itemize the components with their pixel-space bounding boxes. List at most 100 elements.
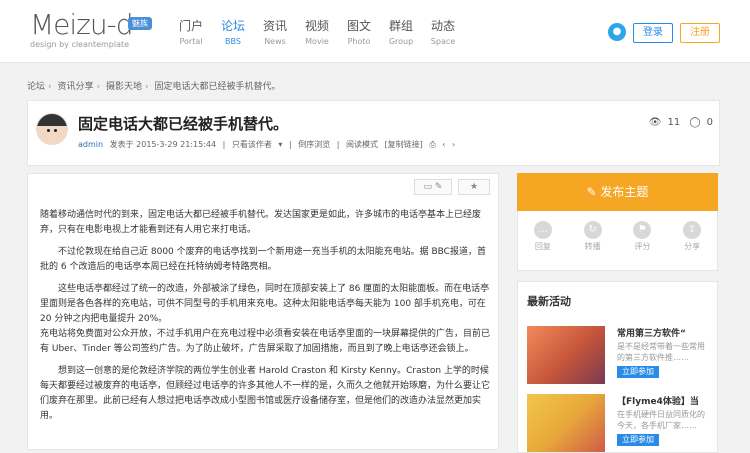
- reading-mode-link[interactable]: 阅读模式: [346, 140, 378, 149]
- next-icon[interactable]: ›: [452, 140, 455, 149]
- publish-topic-button[interactable]: ✎ 发布主题: [517, 173, 718, 211]
- main-nav: 门户 Portal 论坛 BBS 资讯 News 视频 Movie 图文 Photo 群组…: [170, 18, 464, 50]
- share-icon: ⇪: [683, 221, 702, 239]
- post-body: 随着移动通信时代的到来，固定电话大都已经被手机替代。发达国家更是如此，许多城市的…: [40, 208, 492, 431]
- nav-group[interactable]: 群组 Group: [380, 18, 422, 50]
- breadcrumb-link[interactable]: 摄影天地: [106, 82, 142, 92]
- site-header: Meizu-d design by cleantemplate 魅族 门户 Por…: [0, 0, 750, 63]
- breadcrumb-separator-icon: ›: [48, 82, 52, 92]
- activity-item-title[interactable]: 常用第三方软件“: [617, 326, 686, 339]
- post-actions: … 回复 ↻ 转播 ⚑ 评分 ⇪ 分享: [517, 211, 718, 271]
- separator: |: [222, 140, 226, 149]
- activity-item-desc: 是不是经常带着一些常用的第三方软件推……: [617, 342, 705, 362]
- nav-sublabel: Movie: [305, 37, 329, 46]
- logo[interactable]: Meizu-d design by cleantemplate: [30, 8, 133, 50]
- activity-image[interactable]: [527, 326, 605, 384]
- edit-icon: ✎: [586, 185, 601, 199]
- breadcrumb-link[interactable]: 论坛: [27, 82, 45, 92]
- nav-label: 资讯: [262, 19, 287, 33]
- rate-action[interactable]: ⚑ 评分: [622, 217, 662, 270]
- activity-item[interactable]: 【Flyme4体验】当 在手机硬件日益同质化的今天，各手机厂家…… 立即参加: [527, 394, 717, 452]
- repost-icon: ↻: [583, 221, 602, 239]
- nav-label: 论坛: [220, 19, 245, 33]
- eye-icon: 👁: [648, 117, 662, 128]
- post-paragraph: 想到这一创意的是伦敦经济学院的两位学生创业者 Harold Craston 和 …: [40, 366, 491, 421]
- sidebar: ✎ 发布主题 … 回复 ↻ 转播 ⚑ 评分 ⇪ 分享 最新活动 常用第三方软件“ 是不是…: [517, 173, 718, 453]
- thread-meta: admin 发表于 2015-3-29 21:15:44 | 只看该作者 ▾ |…: [78, 139, 459, 150]
- login-button[interactable]: 登录: [633, 23, 673, 43]
- reply-icon: …: [533, 221, 552, 239]
- post-paragraph: 随着移动通信时代的到来，固定电话大都已经被手机替代。发达国家更是如此，许多城市的…: [40, 210, 482, 235]
- nav-sublabel: News: [264, 37, 286, 46]
- only-author-link[interactable]: 只看该作者: [232, 140, 272, 149]
- nav-sublabel: Photo: [347, 37, 371, 46]
- register-button[interactable]: 注册: [680, 23, 720, 43]
- author-link[interactable]: admin: [78, 140, 103, 149]
- view-count: 11: [667, 117, 681, 128]
- action-label: 转播: [584, 242, 601, 251]
- post-tools: ▭ ✎ ★: [408, 179, 490, 195]
- nav-photo[interactable]: 图文 Photo: [338, 18, 380, 50]
- separator: |: [336, 140, 340, 149]
- nav-sublabel: Group: [388, 37, 414, 46]
- breadcrumb: 论坛 › 资讯分享 › 摄影天地 › 固定电话大都已经被手机替代。: [27, 79, 281, 92]
- chevron-down-icon: ▾: [278, 140, 283, 149]
- activity-item-desc: 在手机硬件日益同质化的今天，各手机厂家……: [617, 410, 705, 430]
- copy-link[interactable]: [复制链接]: [385, 140, 423, 149]
- share-action[interactable]: ⇪ 分享: [672, 217, 712, 270]
- action-label: 评分: [634, 242, 651, 251]
- logo-badge: 魅族: [128, 17, 152, 30]
- nav-label: 视频: [304, 19, 329, 33]
- breadcrumb-separator-icon: ›: [145, 82, 149, 92]
- post-date: 发表于 2015-3-29 21:15:44: [109, 140, 217, 149]
- print-icon[interactable]: ⎙: [429, 140, 435, 149]
- post-paragraph: 不过伦敦现在给自己近 8000 个废弃的电话亭找到一个新用途一充当手机的太阳能充…: [40, 247, 486, 272]
- nav-movie[interactable]: 视频 Movie: [296, 18, 338, 50]
- nav-space[interactable]: 动态 Space: [422, 18, 464, 50]
- separator: |: [288, 140, 292, 149]
- font-size-tool[interactable]: ▭ ✎: [414, 179, 452, 195]
- repost-action[interactable]: ↻ 转播: [573, 217, 613, 270]
- breadcrumb-separator-icon: ›: [96, 82, 101, 92]
- avatar[interactable]: [36, 113, 68, 145]
- comment-icon: ◯: [689, 117, 701, 128]
- logo-text: Meizu-d: [30, 8, 133, 41]
- activity-title: 最新活动: [527, 295, 571, 308]
- prev-icon[interactable]: ‹: [442, 140, 445, 149]
- activity-item-title[interactable]: 【Flyme4体验】当: [617, 394, 699, 407]
- nav-sublabel: BBS: [225, 37, 241, 46]
- publish-label: 发布主题: [600, 185, 649, 199]
- join-button[interactable]: 立即参加: [617, 434, 659, 446]
- breadcrumb-link[interactable]: 资讯分享: [58, 82, 94, 92]
- thread-stats: 👁 11 ◯ 0: [643, 117, 713, 128]
- reverse-order-link[interactable]: 倒序浏览: [298, 140, 330, 149]
- nav-sublabel: Space: [430, 37, 456, 46]
- favorite-star-icon[interactable]: ★: [458, 179, 490, 195]
- action-label: 分享: [684, 242, 701, 251]
- avatar-eye: [54, 129, 57, 132]
- nav-label: 图文: [346, 19, 371, 33]
- logo-subtitle: design by cleantemplate: [30, 40, 130, 49]
- activity-image[interactable]: [527, 394, 605, 452]
- post-paragraph: 这些电话亭都经过了统一的改造，外部被涂了绿色，同时在顶部安装上了 86 厘面的太…: [40, 284, 491, 354]
- breadcrumb-current: 固定电话大都已经被手机替代。: [154, 82, 281, 92]
- activity-item[interactable]: 常用第三方软件“ 是不是经常带着一些常用的第三方软件推…… 立即参加: [527, 326, 717, 386]
- nav-portal[interactable]: 门户 Portal: [170, 18, 212, 50]
- flag-icon: ⚑: [633, 221, 652, 239]
- action-label: 回复: [534, 242, 551, 251]
- join-button[interactable]: 立即参加: [617, 366, 659, 378]
- post-content: ▭ ✎ ★ 随着移动通信时代的到来，固定电话大都已经被手机替代。发达国家更是如此…: [27, 173, 499, 450]
- latest-activity: 最新活动 常用第三方软件“ 是不是经常带着一些常用的第三方软件推…… 立即参加 …: [517, 281, 718, 453]
- nav-news[interactable]: 资讯 News: [254, 18, 296, 50]
- nav-label: 动态: [430, 19, 455, 33]
- qq-login-icon[interactable]: ●: [608, 23, 626, 41]
- reply-action[interactable]: … 回复: [523, 217, 563, 270]
- thread-header: 固定电话大都已经被手机替代。 admin 发表于 2015-3-29 21:15…: [27, 100, 720, 166]
- avatar-hair: [37, 114, 67, 126]
- nav-bbs[interactable]: 论坛 BBS: [212, 18, 254, 50]
- nav-label: 门户: [178, 19, 203, 33]
- nav-label: 群组: [388, 19, 413, 33]
- avatar-eye: [47, 129, 50, 132]
- nav-sublabel: Portal: [179, 37, 203, 46]
- reply-count: 0: [706, 117, 713, 128]
